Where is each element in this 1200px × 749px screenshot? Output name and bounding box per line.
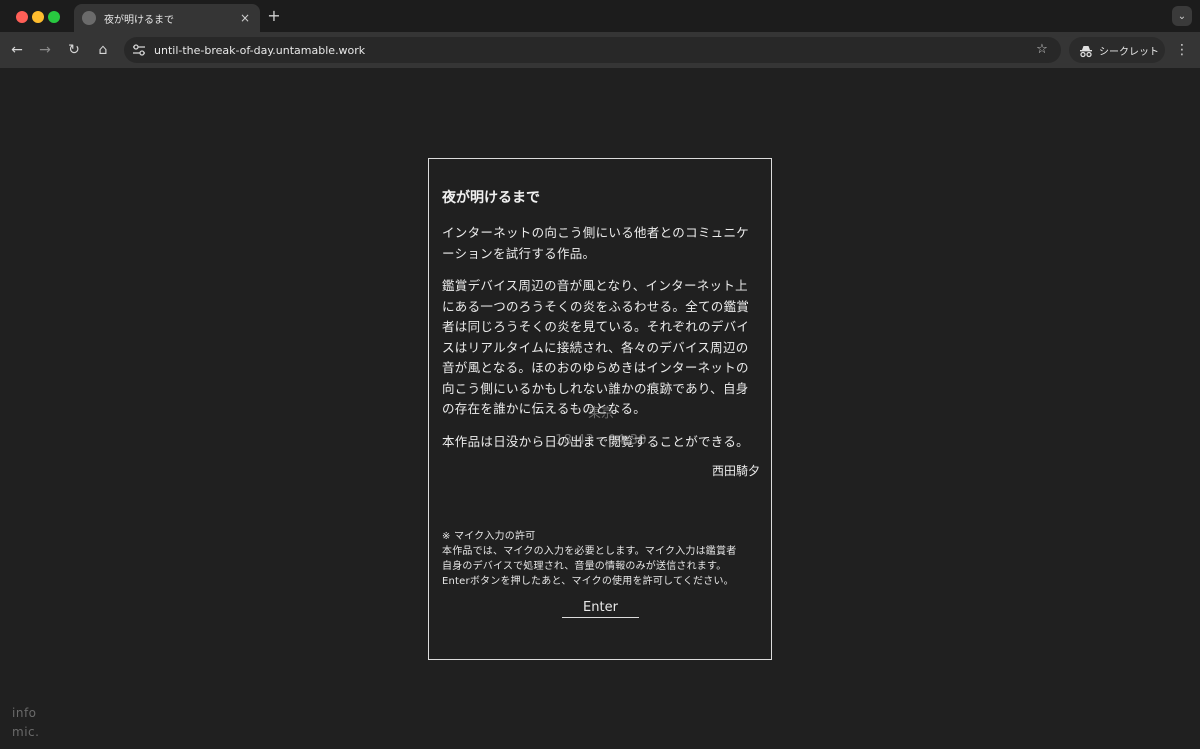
address-bar[interactable]: until-the-break-of-day.untamable.work ☆	[124, 37, 1061, 63]
tab-search-button[interactable]: ⌄	[1172, 6, 1192, 26]
page-viewport: 東京 18:43 - 04:30 夜が明けるまで インターネットの向こう側にいる…	[0, 68, 1200, 749]
reload-button[interactable]: ↻	[65, 41, 83, 59]
site-info-icon[interactable]	[131, 42, 147, 58]
mic-link[interactable]: mic.	[12, 725, 39, 739]
kebab-menu-icon[interactable]: ⋮	[1174, 41, 1190, 59]
forward-button[interactable]: →	[36, 41, 54, 59]
mic-note-line: 自身のデバイスで処理され、音量の情報のみが送信されます。	[442, 561, 727, 572]
new-tab-button[interactable]: +	[266, 6, 282, 25]
tab-active[interactable]: 夜が明けるまで ×	[74, 4, 260, 32]
mic-permission-note: ※ マイク入力の許可 本作品では、マイクの入力を必要とします。マイク入力は鑑賞者…	[442, 529, 760, 589]
incognito-icon	[1079, 43, 1093, 58]
intro-paragraph-1: インターネットの向こう側にいる他者とのコミュニケーションを試行する作品。	[442, 225, 750, 261]
incognito-indicator[interactable]: シークレット	[1069, 37, 1165, 63]
close-tab-icon[interactable]: ×	[238, 11, 252, 25]
tab-strip: 夜が明けるまで × + ⌄	[0, 0, 1200, 32]
url-text[interactable]: until-the-break-of-day.untamable.work	[154, 44, 1033, 57]
intro-paragraph-2: 鑑賞デバイス周辺の音が風となり、インターネット上にある一つのろうそくの炎をふるわ…	[442, 278, 750, 416]
mic-note-line: Enterボタンを押したあと、マイクの使用を許可してください。	[442, 576, 734, 587]
info-link[interactable]: info	[12, 706, 37, 720]
maximize-window-button[interactable]	[48, 11, 60, 23]
bookmark-star-icon[interactable]: ☆	[1033, 41, 1051, 59]
minimize-window-button[interactable]	[32, 11, 44, 23]
back-button[interactable]: ←	[8, 41, 26, 59]
enter-button[interactable]: Enter	[562, 600, 639, 618]
intro-panel: 東京 18:43 - 04:30 夜が明けるまで インターネットの向こう側にいる…	[428, 158, 772, 660]
author-name: 西田騎夕	[711, 464, 760, 478]
intro-paragraph-3: 本作品は日没から日の出まで閲覧することができる。	[442, 433, 749, 449]
incognito-label: シークレット	[1099, 46, 1159, 58]
mic-note-heading: ※ マイク入力の許可	[442, 531, 536, 542]
globe-favicon-icon	[82, 11, 96, 25]
page-title: 夜が明けるまで	[442, 190, 540, 206]
intro-content: 夜が明けるまで インターネットの向こう側にいる他者とのコミュニケーションを試行す…	[442, 159, 760, 589]
tab-title: 夜が明けるまで	[104, 14, 174, 26]
close-window-button[interactable]	[16, 11, 28, 23]
mic-note-line: 本作品では、マイクの入力を必要とします。マイク入力は鑑賞者	[442, 546, 737, 557]
home-button[interactable]: ⌂	[94, 41, 112, 59]
browser-toolbar: ← → ↻ ⌂ until-the-break-of-day.untamable…	[0, 32, 1200, 68]
